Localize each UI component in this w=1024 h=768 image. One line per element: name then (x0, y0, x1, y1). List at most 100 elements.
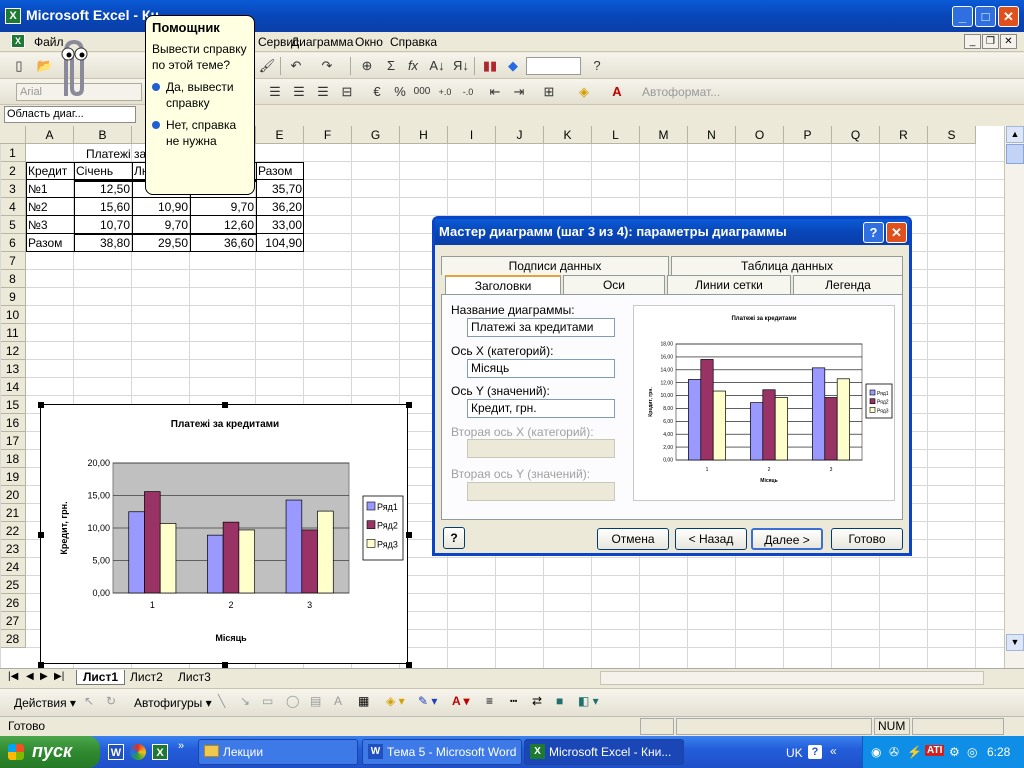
finish-button[interactable]: Готово (831, 528, 903, 550)
office-assistant-clippy[interactable] (52, 38, 96, 100)
new-icon[interactable]: ▯ (10, 57, 28, 75)
cell[interactable]: 104,90 (256, 234, 304, 252)
cell[interactable]: 15,60 (74, 198, 132, 216)
menu-window[interactable]: Окно (355, 35, 383, 49)
chart-wizard-icon[interactable]: ▮▮ (481, 57, 499, 75)
cell[interactable]: 12,60 (190, 216, 256, 234)
menu-help[interactable]: Справка (390, 35, 437, 49)
actions-menu[interactable]: Действия ▾ (14, 696, 76, 710)
map-icon[interactable]: ◆ (504, 57, 522, 75)
cell[interactable]: 38,80 (74, 234, 132, 252)
cell[interactable]: №2 (26, 198, 74, 216)
row-header[interactable]: 20 (0, 486, 26, 504)
task-word[interactable]: W Тема 5 - Microsoft Word (362, 739, 522, 765)
task-excel[interactable]: X Microsoft Excel - Кни... (524, 739, 684, 765)
resize-handle[interactable] (406, 402, 412, 408)
cell[interactable]: Кредит (26, 162, 74, 180)
row-header[interactable]: 9 (0, 288, 26, 306)
cell[interactable]: №1 (26, 180, 74, 198)
row-header[interactable]: 11 (0, 324, 26, 342)
quicklaunch-more-icon[interactable]: » (178, 740, 184, 752)
cell[interactable]: 10,70 (74, 216, 132, 234)
next-button[interactable]: Далее > (751, 528, 823, 550)
line-color-icon[interactable]: ✎ ▾ (418, 694, 437, 708)
cell[interactable]: 36,60 (190, 234, 256, 252)
tray-speaker-icon[interactable]: ◎ (967, 745, 977, 759)
row-header[interactable]: 2 (0, 162, 26, 180)
prev-sheet-icon[interactable]: ◀ (26, 671, 34, 682)
sheet-tab-2[interactable]: Лист2 (126, 670, 167, 684)
decrease-decimal-icon[interactable]: -.0 (459, 83, 477, 101)
x-axis-input[interactable]: Місяць (467, 359, 615, 378)
tray-antivirus-icon[interactable]: ✇ (889, 745, 899, 759)
column-header[interactable]: J (496, 126, 544, 144)
balloon-option-yes[interactable]: Да, вывести справку (152, 79, 248, 111)
percent-icon[interactable]: % (391, 83, 409, 101)
column-header[interactable]: K (544, 126, 592, 144)
column-header[interactable]: S (928, 126, 976, 144)
comma-icon[interactable]: 000 (413, 83, 431, 101)
currency-icon[interactable]: € (368, 83, 386, 101)
cell[interactable]: 9,70 (190, 198, 256, 216)
tab-gridlines[interactable]: Линии сетки (667, 275, 791, 294)
line-icon[interactable]: ╲ (218, 694, 225, 708)
browser-quicklaunch-icon[interactable] (130, 744, 146, 760)
hyperlink-icon[interactable]: ⊕ (358, 57, 376, 75)
doc-minimize-button[interactable]: _ (964, 34, 981, 49)
shadow-icon[interactable]: ■ (556, 694, 563, 708)
undo-icon[interactable]: ↶ (287, 57, 305, 75)
column-header[interactable]: R (880, 126, 928, 144)
wordart-icon[interactable]: A (334, 694, 342, 708)
row-header[interactable]: 22 (0, 522, 26, 540)
column-header[interactable]: Q (832, 126, 880, 144)
column-header[interactable]: A (26, 126, 74, 144)
cell[interactable]: 36,20 (256, 198, 304, 216)
tray-app-icon[interactable]: ◉ (871, 745, 881, 759)
row-header[interactable]: 12 (0, 342, 26, 360)
column-header[interactable]: N (688, 126, 736, 144)
y-axis-input[interactable]: Кредит, грн. (467, 399, 615, 418)
indent-icon[interactable]: ⇥ (510, 83, 528, 101)
resize-handle[interactable] (38, 402, 44, 408)
sheet-tab-3[interactable]: Лист3 (174, 670, 215, 684)
scroll-down-button[interactable]: ▼ (1006, 634, 1024, 651)
3d-icon[interactable]: ◧ ▾ (578, 694, 599, 708)
doc-close-button[interactable]: ✕ (1000, 34, 1017, 49)
row-header[interactable]: 6 (0, 234, 26, 252)
tab-axes[interactable]: Оси (563, 275, 665, 294)
cell[interactable]: №3 (26, 216, 74, 234)
workbook-icon[interactable]: X (11, 34, 25, 48)
row-header[interactable]: 23 (0, 540, 26, 558)
format-painter-icon[interactable]: 🖌 (258, 57, 276, 75)
resize-handle[interactable] (222, 402, 228, 408)
horizontal-scrollbar[interactable] (600, 671, 984, 685)
row-header[interactable]: 15 (0, 396, 26, 414)
chart-title-input[interactable]: Платежі за кредитами (467, 318, 615, 337)
row-header[interactable]: 27 (0, 612, 26, 630)
tab-legend[interactable]: Легенда (793, 275, 903, 294)
cancel-button[interactable]: Отмена (597, 528, 669, 550)
column-header[interactable]: M (640, 126, 688, 144)
column-header[interactable]: I (448, 126, 496, 144)
align-left-icon[interactable]: ☰ (266, 83, 284, 101)
column-header[interactable]: H (400, 126, 448, 144)
row-header[interactable]: 26 (0, 594, 26, 612)
minimize-button[interactable]: _ (952, 6, 973, 27)
row-header[interactable]: 5 (0, 216, 26, 234)
tab-titles[interactable]: Заголовки (445, 275, 561, 294)
increase-decimal-icon[interactable]: +.0 (436, 83, 454, 101)
sort-desc-icon[interactable]: Я↓ (452, 57, 470, 75)
align-center-icon[interactable]: ☰ (290, 83, 308, 101)
line-style-icon[interactable]: ≡ (486, 694, 493, 708)
arrow-icon[interactable]: ↘ (240, 694, 250, 708)
autosum-icon[interactable]: Σ (382, 57, 400, 75)
cell[interactable]: Разом (26, 234, 74, 252)
merge-icon[interactable]: ⊟ (338, 83, 356, 101)
scroll-thumb[interactable] (1006, 144, 1024, 164)
column-header[interactable]: F (304, 126, 352, 144)
cell[interactable]: 12,50 (74, 180, 132, 198)
function-icon[interactable]: fx (404, 57, 422, 75)
align-right-icon[interactable]: ☰ (314, 83, 332, 101)
maximize-button[interactable]: □ (975, 6, 996, 27)
row-header[interactable]: 21 (0, 504, 26, 522)
